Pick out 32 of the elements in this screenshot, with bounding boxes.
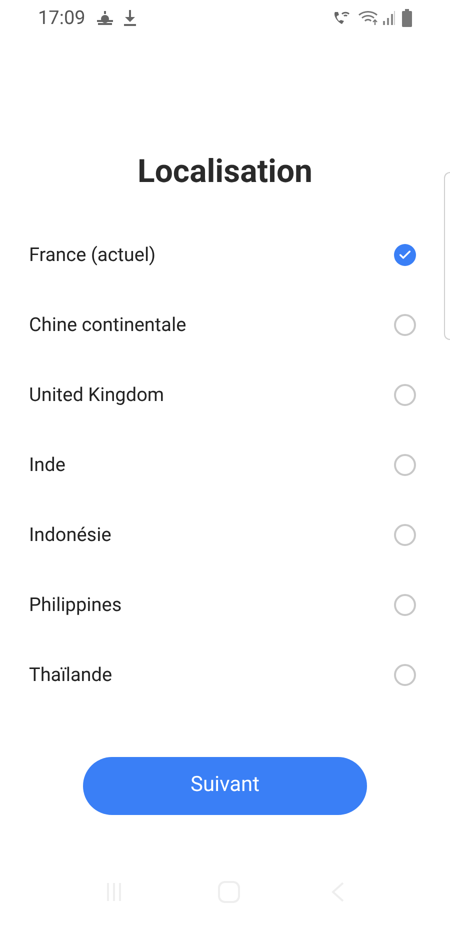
- location-option[interactable]: Thaïlande: [0, 640, 450, 710]
- download-icon: [123, 9, 138, 27]
- location-option[interactable]: Inde: [0, 430, 450, 500]
- radio-button[interactable]: [394, 384, 416, 406]
- radio-button[interactable]: [394, 664, 416, 686]
- option-label: France (actuel): [29, 242, 157, 268]
- radio-button[interactable]: [394, 314, 416, 336]
- battery-icon: [402, 9, 412, 27]
- wifi-icon: [358, 10, 380, 26]
- check-icon: [398, 248, 412, 262]
- radio-button[interactable]: [394, 454, 416, 476]
- location-option[interactable]: Indonésie: [0, 500, 450, 570]
- location-option[interactable]: Philippines: [0, 570, 450, 640]
- radio-button[interactable]: [394, 524, 416, 546]
- option-label: Chine continentale: [29, 312, 188, 338]
- option-label: Inde: [29, 452, 66, 478]
- option-label: United Kingdom: [29, 382, 166, 408]
- option-label: Thaïlande: [29, 662, 114, 688]
- edge-panel-handle[interactable]: [444, 172, 450, 340]
- weather-icon: [95, 10, 116, 26]
- radio-button[interactable]: [394, 244, 416, 266]
- page-title: Localisation: [136, 151, 314, 191]
- signal-icon: [382, 10, 396, 26]
- radio-button[interactable]: [394, 594, 416, 616]
- location-option[interactable]: France (actuel): [0, 220, 450, 290]
- option-label: Indonésie: [29, 522, 112, 548]
- next-button[interactable]: Suivant: [83, 757, 367, 815]
- status-time: 17:09: [38, 4, 86, 31]
- call-wifi-icon: [332, 10, 350, 26]
- location-option[interactable]: Chine continentale: [0, 290, 450, 360]
- location-option[interactable]: United Kingdom: [0, 360, 450, 430]
- option-label: Philippines: [29, 592, 123, 618]
